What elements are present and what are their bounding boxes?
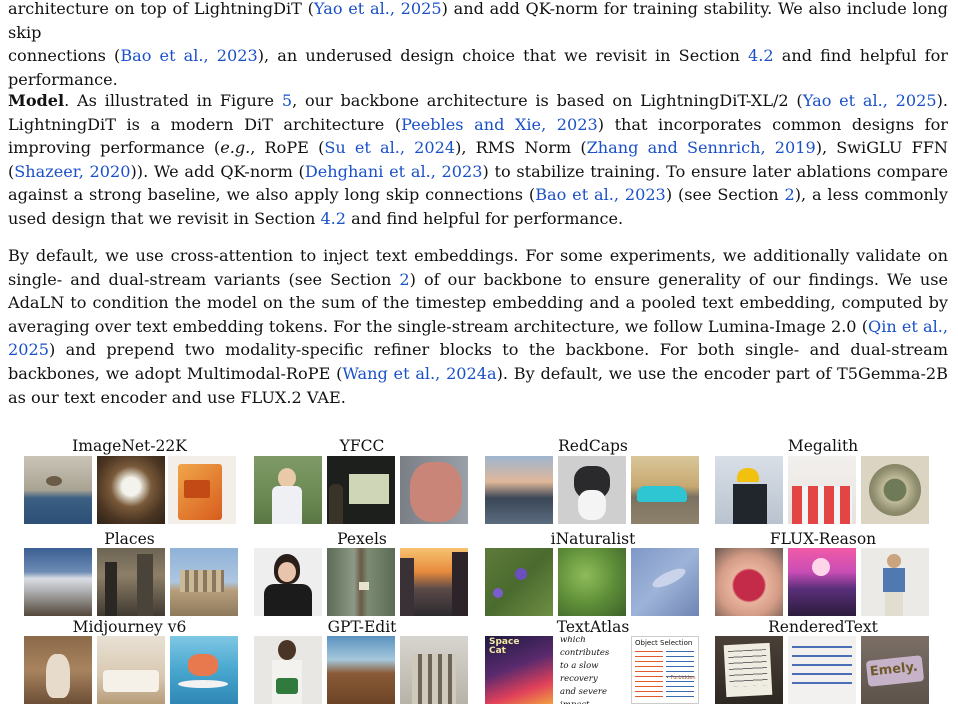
- thumbnail-festival-crowd: [788, 456, 856, 524]
- thumbnail-tree-trunk: [327, 548, 395, 616]
- thumbnail-tea-box: [168, 456, 236, 524]
- dataset-label: RenderedText: [768, 618, 878, 636]
- figure-ref[interactable]: 5: [282, 91, 292, 110]
- section-ref[interactable]: 4.2: [320, 209, 346, 228]
- thumbnail-projector-room: [327, 456, 395, 524]
- handwritten-line: to a slow recovery: [560, 661, 599, 684]
- dataset-label: RedCaps: [558, 437, 628, 455]
- thumbnail-handwritten-note: which contributes to a slow recovery and s…: [558, 636, 628, 704]
- handwritten-line: and severe impact: [560, 687, 608, 704]
- handwritten-line: which contributes: [560, 636, 610, 658]
- thumbnail-steam-train: [24, 548, 92, 616]
- thumbnail-resort-room: [327, 636, 395, 704]
- citation[interactable]: Peebles and Xie, 2023: [401, 115, 598, 134]
- citation[interactable]: Zhang and Sennrich, 2019: [587, 138, 816, 157]
- sign-text: Emely.: [869, 659, 919, 680]
- thumbnail-neon-street: [788, 548, 856, 616]
- poster-text: Space Cat: [489, 637, 520, 656]
- thumbnail-cat: [558, 456, 626, 524]
- doc-title: Object Selection: [635, 639, 693, 647]
- citation[interactable]: Bao et al., 2023: [535, 185, 666, 204]
- thumbnail-woman-green-bag: [254, 636, 322, 704]
- doc-item: • Forbidden: [666, 675, 696, 681]
- dataset-label: iNaturalist: [550, 530, 636, 548]
- citation[interactable]: Bao et al., 2023: [120, 46, 257, 65]
- thumbnail-car-motion: [631, 456, 699, 524]
- citation[interactable]: Wang et al., 2024a: [342, 364, 496, 383]
- thumbnail-emely-sign: Emely.: [861, 636, 929, 704]
- thumbnail-raspberries: [715, 548, 783, 616]
- thumbnail-city-sunset: [400, 548, 468, 616]
- thumbnail-object-selection-doc: Object Selection • Forbidden: [631, 636, 699, 704]
- handwritten-text: which contributes to a slow recovery and s…: [560, 636, 628, 704]
- intro-paragraph: architecture on top of LightningDiT (Yao…: [8, 0, 948, 89]
- paragraph-heading: Model: [8, 91, 65, 110]
- thumbnail-man-walking: [861, 548, 929, 616]
- thumbnail-temple: [170, 548, 238, 616]
- thumbnail-worker-helmet: [715, 456, 783, 524]
- thumbnail-paper-sign: [715, 636, 783, 704]
- citation[interactable]: Shazeer, 2020: [14, 162, 130, 181]
- default-paragraph: By default, we use cross-attention to in…: [8, 246, 949, 407]
- citation[interactable]: Su et al., 2024: [324, 138, 455, 157]
- thumbnail-bank-building: [400, 636, 468, 704]
- thumbnail-space-cat-poster: Space Cat: [485, 636, 553, 704]
- thumbnail-shorebird: [24, 456, 92, 524]
- thumbnail-woman-portrait: [254, 548, 322, 616]
- thumbnail-surfer: [170, 636, 238, 704]
- model-paragraph: Model. As illustrated in Figure 5, our b…: [8, 91, 949, 228]
- dataset-label: YFCC: [339, 437, 385, 455]
- thumbnail-face-closeup: [400, 456, 468, 524]
- citation[interactable]: Yao et al., 2025: [803, 91, 937, 110]
- section-ref[interactable]: 2: [784, 185, 794, 204]
- dataset-label: TextAtlas: [556, 618, 630, 636]
- section-ref[interactable]: 2: [399, 270, 409, 289]
- dataset-label: GPT-Edit: [327, 618, 397, 636]
- thumbnail-ceramic-vase: [24, 636, 92, 704]
- thumbnail-sea-cliffs: [485, 456, 553, 524]
- thumbnail-ceramic-bowl: [861, 456, 929, 524]
- thumbnail-white-flower: [97, 456, 165, 524]
- thumbnail-green-leaves: [558, 548, 626, 616]
- dataset-label: Places: [104, 530, 155, 548]
- thumbnail-written-card: [788, 636, 856, 704]
- thumbnail-purple-flowers: [485, 548, 553, 616]
- dataset-label: Pexels: [337, 530, 387, 548]
- dataset-label: Megalith: [787, 437, 859, 455]
- dataset-label: FLUX-Reason: [769, 530, 877, 548]
- section-ref[interactable]: 4.2: [748, 46, 774, 65]
- dataset-label: ImageNet-22K: [72, 437, 187, 455]
- thumbnail-ocean-creature: [631, 548, 699, 616]
- thumbnail-city-ruins: [97, 548, 165, 616]
- thumbnail-girl-portrait: [254, 456, 322, 524]
- thumbnail-bedroom: [97, 636, 165, 704]
- citation[interactable]: Yao et al., 2025: [314, 0, 442, 18]
- dataset-label: Midjourney v6: [72, 618, 187, 636]
- citation[interactable]: Dehghani et al., 2023: [305, 162, 483, 181]
